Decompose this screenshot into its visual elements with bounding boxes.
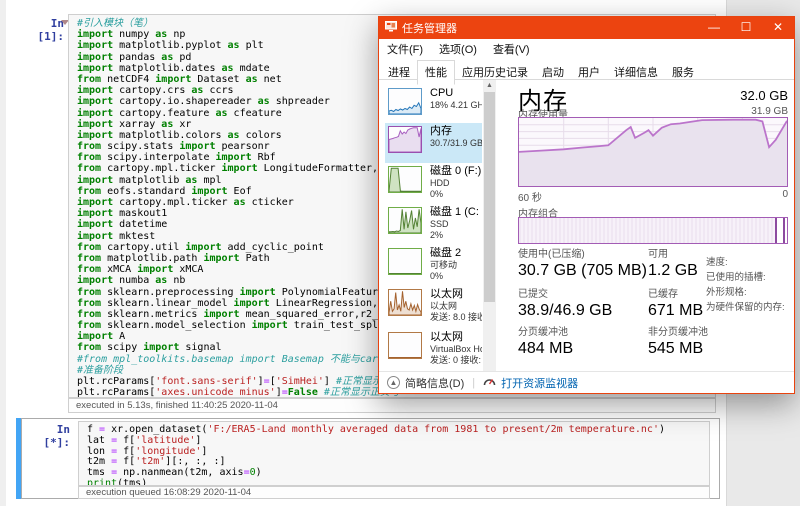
sidebar-title: 内存 bbox=[430, 125, 482, 138]
open-resource-monitor-link[interactable]: 打开资源监视器 bbox=[501, 375, 578, 391]
sidebar-sub: 18% 4.21 GHz bbox=[430, 100, 482, 111]
chart-x-right-label: 0 bbox=[782, 189, 788, 200]
resource-monitor-icon[interactable] bbox=[483, 375, 496, 390]
sidebar-sub: 发送: 0 接收: 0 Kbp bbox=[430, 355, 482, 366]
disk2-mini-chart-icon bbox=[388, 248, 422, 275]
sidebar-scrollbar[interactable]: ▲ ▼ bbox=[483, 80, 496, 389]
scroll-up-icon[interactable]: ▲ bbox=[483, 80, 496, 91]
cell1-prompt: In [1]: bbox=[18, 17, 64, 43]
sidebar-title: 磁盘 0 (F:) bbox=[430, 165, 482, 178]
stat-label: 非分页缓冲池 bbox=[648, 327, 778, 339]
window-title: 任务管理器 bbox=[402, 20, 698, 36]
tab-performance[interactable]: 性能 bbox=[417, 60, 455, 85]
sidebar-sub: 可移动 bbox=[430, 260, 482, 271]
sidebar-item-memory[interactable]: 内存30.7/31.9 GB (96%) bbox=[385, 123, 482, 163]
sidebar-item-cpu[interactable]: CPU18% 4.21 GHz bbox=[385, 85, 482, 123]
maximize-button[interactable]: ☐ bbox=[730, 17, 762, 39]
sidebar-title: 以太网 bbox=[430, 331, 482, 344]
stat-non-paged-pool: 非分页缓冲池545 MB bbox=[648, 327, 778, 358]
stat-label: 分页缓冲池 bbox=[518, 327, 648, 339]
sidebar-item-ethernet1[interactable]: 以太网以太网发送: 8.0 接收: 8.0 K bbox=[385, 286, 482, 329]
performance-sidebar: CPU18% 4.21 GHz内存30.7/31.9 GB (96%)磁盘 0 … bbox=[385, 85, 482, 369]
info-label: 速度: bbox=[706, 255, 791, 270]
stat-paged-pool: 分页缓冲池484 MB bbox=[518, 327, 648, 358]
task-manager-icon bbox=[385, 19, 397, 37]
sidebar-title: 磁盘 2 bbox=[430, 247, 482, 260]
disk1-mini-chart-icon bbox=[388, 207, 422, 234]
sidebar-title: 磁盘 1 (C: D: E:) bbox=[430, 206, 482, 219]
disk0-mini-chart-icon bbox=[388, 166, 422, 193]
stat-in-use: 使用中(已压缩)30.7 GB (705 MB) bbox=[518, 249, 648, 280]
sidebar-title: CPU bbox=[430, 87, 482, 100]
sidebar-sub: 0% bbox=[430, 271, 482, 282]
status-separator: | bbox=[472, 377, 475, 389]
ethernet1-mini-chart-icon bbox=[388, 289, 422, 316]
cell2-input-area[interactable]: f = xr.open_dataset('F:/ERA5-Land monthl… bbox=[78, 421, 710, 486]
menu-bar: 文件(F)选项(O)查看(V) bbox=[379, 39, 794, 59]
stat-value: 38.9/46.9 GB bbox=[518, 301, 648, 320]
chart-x-left-label: 60 秒 bbox=[518, 189, 542, 204]
tab-processes[interactable]: 进程 bbox=[381, 61, 417, 84]
stat-value: 545 MB bbox=[648, 339, 778, 358]
cpu-mini-chart-icon bbox=[388, 88, 422, 115]
info-label: 为硬件保留的内存: bbox=[706, 300, 791, 315]
code-line: tms = np.nanmean(t2m, axis=0) bbox=[87, 468, 709, 479]
sidebar-sub: SSD bbox=[430, 219, 482, 230]
status-bar: ▲ 简略信息(D) | 打开资源监视器 bbox=[379, 371, 794, 393]
sidebar-item-ethernet2[interactable]: 以太网VirtualBox Host-On发送: 0 接收: 0 Kbp bbox=[385, 329, 482, 369]
cell2-exec-status: execution queued 16:08:29 2020-11-04 bbox=[78, 486, 710, 499]
cell2-prompt: In [*]: bbox=[24, 423, 70, 449]
cell2-code: f = xr.open_dataset('F:/ERA5-Land monthl… bbox=[79, 422, 709, 486]
info-label: 外形规格: bbox=[706, 285, 791, 300]
sidebar-item-disk0[interactable]: 磁盘 0 (F:)HDD0% bbox=[385, 163, 482, 204]
fewer-details-button[interactable]: 简略信息(D) bbox=[405, 375, 464, 391]
memory-detail-panel: 内存 32.0 GB 内存使用量 31.9 GB 60 秒 0 内存组合 使用中… bbox=[518, 77, 788, 373]
scrollbar-thumb[interactable] bbox=[484, 92, 495, 302]
sidebar-title: 以太网 bbox=[430, 288, 482, 301]
memory-mini-chart-icon bbox=[388, 126, 422, 153]
code-line: print(tms) bbox=[87, 479, 709, 486]
stat-value: 484 MB bbox=[518, 339, 648, 358]
title-bar[interactable]: 任务管理器 — ☐ ✕ bbox=[379, 17, 794, 39]
task-manager-window: 任务管理器 — ☐ ✕ 文件(F)选项(O)查看(V) 进程性能应用历史记录启动… bbox=[378, 16, 795, 394]
ethernet2-mini-chart-icon bbox=[388, 332, 422, 359]
composition-used-segment bbox=[519, 218, 776, 243]
stat-label: 使用中(已压缩) bbox=[518, 249, 648, 261]
sidebar-item-disk2[interactable]: 磁盘 2可移动0% bbox=[385, 245, 482, 286]
sidebar-sub: HDD bbox=[430, 178, 482, 189]
fewer-details-icon[interactable]: ▲ bbox=[387, 376, 400, 389]
info-label: 已使用的插槽: bbox=[706, 270, 791, 285]
menu-item-0[interactable]: 文件(F) bbox=[379, 39, 431, 59]
sidebar-sub: 30.7/31.9 GB (96%) bbox=[430, 138, 482, 149]
sidebar-item-disk1[interactable]: 磁盘 1 (C: D: E:)SSD2% bbox=[385, 204, 482, 245]
hardware-info-labels: 速度:已使用的插槽:外形规格:为硬件保留的内存: bbox=[706, 255, 791, 315]
page-left-margin bbox=[0, 0, 6, 506]
menu-item-1[interactable]: 选项(O) bbox=[431, 39, 485, 59]
stat-value: 30.7 GB (705 MB) bbox=[518, 261, 648, 280]
sidebar-sub: 2% bbox=[430, 230, 482, 241]
sidebar-sub: 发送: 8.0 接收: 8.0 K bbox=[430, 312, 482, 323]
memory-usage-chart bbox=[518, 117, 788, 187]
composition-divider bbox=[783, 218, 785, 243]
menu-item-2[interactable]: 查看(V) bbox=[485, 39, 538, 59]
close-button[interactable]: ✕ bbox=[762, 17, 794, 39]
memory-total: 32.0 GB bbox=[740, 88, 788, 103]
sidebar-sub: VirtualBox Host-On bbox=[430, 344, 482, 355]
minimize-button[interactable]: — bbox=[698, 17, 730, 39]
memory-composition-bar bbox=[518, 217, 788, 244]
usage-chart-max: 31.9 GB bbox=[751, 106, 788, 117]
stat-committed: 已提交38.9/46.9 GB bbox=[518, 289, 648, 320]
screen: In [1]: #引入模块（笔）import numpy as npimport… bbox=[0, 0, 800, 506]
sidebar-sub: 0% bbox=[430, 189, 482, 200]
sidebar-sub: 以太网 bbox=[430, 301, 482, 312]
stat-label: 已提交 bbox=[518, 289, 648, 301]
cell1-exec-status: executed in 5.13s, finished 11:40:25 202… bbox=[68, 398, 716, 413]
composition-divider bbox=[775, 218, 777, 243]
